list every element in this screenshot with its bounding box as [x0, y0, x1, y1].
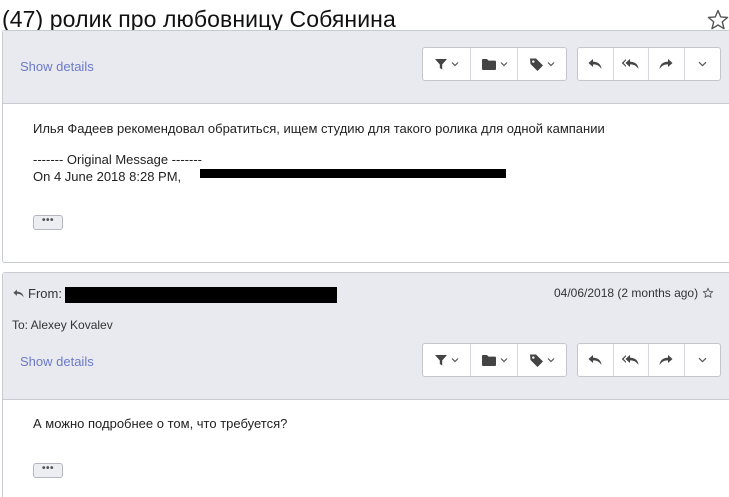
message-body-text: А можно подробнее о том, что требуется?: [33, 416, 288, 431]
reply-all-icon: [622, 355, 639, 365]
chevron-down-icon: [547, 358, 555, 363]
reply-all-button[interactable]: [614, 344, 649, 376]
forward-button[interactable]: [649, 344, 685, 376]
message-header: Show details: [3, 31, 729, 104]
reply-button[interactable]: [578, 48, 614, 80]
show-quoted-text-button[interactable]: •••: [33, 463, 63, 478]
chevron-down-icon: [698, 357, 707, 363]
chevron-down-icon: [451, 358, 459, 363]
quoted-date-line: On 4 June 2018 8:28 PM,: [33, 169, 182, 184]
from-label: From:: [28, 286, 62, 301]
more-actions-button[interactable]: [685, 344, 720, 376]
message-date: 04/06/2018 (2 months ago): [554, 286, 714, 300]
redacted-sender-address: [200, 169, 506, 178]
to-row: To: Alexey Kovalev: [12, 318, 113, 332]
label-button[interactable]: [518, 48, 566, 80]
tag-icon: [530, 58, 544, 71]
label-button[interactable]: [518, 344, 566, 376]
label-actions-group: [422, 343, 567, 377]
chevron-down-icon: [500, 62, 507, 67]
original-message-separator: ------- Original Message -------: [33, 152, 202, 167]
show-quoted-text-button[interactable]: •••: [33, 215, 63, 230]
filter-icon: [434, 59, 447, 70]
reply-all-button[interactable]: [614, 48, 649, 80]
date-text: 04/06/2018 (2 months ago): [554, 286, 699, 300]
chevron-down-icon: [500, 358, 507, 363]
forward-icon: [659, 355, 673, 365]
reply-icon: [588, 59, 602, 69]
filter-icon: [434, 355, 447, 366]
move-to-folder-button[interactable]: [471, 344, 519, 376]
folder-icon: [481, 58, 496, 70]
label-actions-group: [422, 47, 567, 81]
message-card: Show details Илья Фадеев рекомендовал об…: [2, 30, 729, 263]
reply-actions-group: [577, 343, 721, 377]
reply-actions-group: [577, 47, 721, 81]
chevron-down-icon: [451, 62, 459, 67]
message-card: From: 04/06/2018 (2 months ago) To: Alex…: [2, 272, 729, 497]
chevron-down-icon: [547, 62, 555, 67]
reply-button[interactable]: [578, 344, 614, 376]
star-icon[interactable]: [706, 8, 729, 32]
ellipsis-label: •••: [41, 214, 54, 226]
show-details-link[interactable]: Show details: [20, 59, 94, 74]
forward-icon: [659, 59, 673, 69]
redacted-sender-address: [65, 287, 337, 303]
show-details-link[interactable]: Show details: [20, 354, 94, 369]
message-body-text: Илья Фадеев рекомендовал обратиться, ище…: [33, 121, 605, 136]
message-header: From: 04/06/2018 (2 months ago) To: Alex…: [3, 273, 729, 400]
filter-button[interactable]: [423, 344, 471, 376]
from-row: From:: [12, 286, 62, 301]
move-to-folder-button[interactable]: [471, 48, 519, 80]
folder-icon: [481, 354, 496, 366]
email-subject: (47) ролик про любовницу Собянина: [2, 6, 396, 32]
star-icon[interactable]: [702, 287, 714, 299]
reply-all-icon: [622, 59, 639, 69]
tag-icon: [530, 354, 544, 367]
chevron-down-icon: [698, 61, 707, 67]
filter-button[interactable]: [423, 48, 471, 80]
ellipsis-label: •••: [41, 462, 54, 474]
reply-icon: [588, 355, 602, 365]
forward-button[interactable]: [649, 48, 685, 80]
more-actions-button[interactable]: [685, 48, 720, 80]
reply-icon: [13, 289, 24, 298]
